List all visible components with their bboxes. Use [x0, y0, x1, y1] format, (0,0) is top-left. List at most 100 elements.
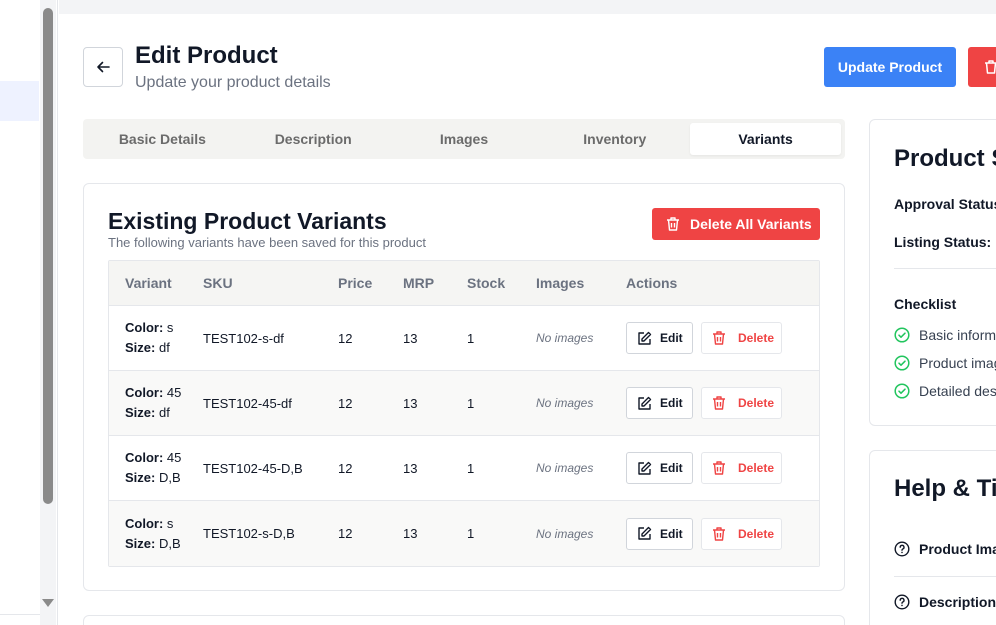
color-label: Color:: [125, 320, 164, 335]
tab-inventory[interactable]: Inventory: [539, 123, 690, 155]
column-header-price: Price: [338, 275, 373, 291]
color-value: s: [166, 515, 174, 531]
stock-cell: 1: [467, 526, 475, 541]
update-product-button[interactable]: Update Product: [824, 47, 956, 87]
status-divider: [894, 268, 996, 269]
delete-all-variants-label: Delete All Variants: [690, 216, 812, 232]
stock-cell: 1: [467, 330, 475, 346]
stock-cell: 1: [467, 460, 475, 476]
top-bar: [59, 0, 996, 14]
sidebar-active-item[interactable]: [0, 81, 39, 121]
edit-variant-button[interactable]: Edit: [626, 387, 693, 419]
variants-title: Existing Product Variants: [108, 208, 387, 234]
trash-icon: [713, 331, 725, 345]
trash-icon: [713, 461, 725, 475]
sku-cell: TEST102-45-df: [203, 395, 292, 411]
color-label: Color:: [125, 450, 164, 465]
help-circle-icon: [894, 594, 910, 610]
edit-label: Edit: [660, 526, 683, 541]
page-title: Edit Product: [135, 42, 278, 69]
delete-variant-button[interactable]: Delete: [701, 517, 782, 550]
trash-icon: [713, 396, 725, 410]
next-section-card: [83, 615, 845, 625]
sku-cell: TEST102-45-D,B: [203, 460, 303, 476]
help-item-product-images[interactable]: Product Ima: [894, 541, 996, 557]
actions-cell: Edit Delete: [626, 517, 819, 550]
trash-icon: [713, 526, 725, 541]
stock-cell: 1: [467, 395, 475, 411]
variant-cell: Color: 45 Size: df: [109, 383, 203, 423]
back-button[interactable]: [83, 47, 123, 87]
variants-subtitle: The following variants have been saved f…: [108, 235, 426, 250]
help-item-description[interactable]: Description: [894, 594, 996, 610]
actions-cell: Edit Delete: [626, 452, 819, 484]
price-cell: 12: [338, 330, 353, 346]
mrp-cell: 13: [403, 526, 418, 541]
delete-variant-button[interactable]: Delete: [701, 387, 782, 419]
images-cell: No images: [536, 526, 594, 541]
delete-label: Delete: [738, 461, 775, 475]
edit-label: Edit: [660, 461, 683, 475]
size-value: df: [158, 405, 170, 420]
help-circle-icon: [894, 541, 910, 557]
delete-variant-button[interactable]: Delete: [701, 322, 782, 354]
edit-variant-button[interactable]: Edit: [626, 322, 693, 354]
edit-variant-button[interactable]: Edit: [626, 517, 693, 550]
checklist-label: Checklist: [894, 296, 957, 312]
edit-variant-button[interactable]: Edit: [626, 452, 693, 484]
size-label: Size:: [125, 535, 156, 551]
checklist-item-label: Detailed desc: [919, 383, 996, 399]
column-header-sku: SKU: [203, 275, 233, 291]
delete-label: Delete: [738, 526, 775, 541]
delete-label: Delete: [738, 396, 775, 410]
arrow-left-icon: [97, 61, 110, 73]
page-subtitle: Update your product details: [135, 74, 331, 91]
checklist-item-label: Product imag: [919, 355, 996, 371]
size-value: D,B: [158, 535, 181, 551]
tab-images[interactable]: Images: [389, 123, 540, 155]
edit-icon: [638, 331, 652, 345]
check-circle-icon: [894, 327, 910, 343]
help-tips-card: Help & Tip Product Ima Description: [869, 450, 996, 625]
variants-table: Variant SKU Price MRP Stock Images Actio…: [108, 260, 820, 567]
variant-cell: Color: 45 Size: D,B: [109, 448, 203, 488]
actions-cell: Edit Delete: [626, 387, 819, 419]
tab-variants[interactable]: Variants: [690, 123, 841, 155]
price-cell: 12: [338, 395, 353, 411]
images-cell: No images: [536, 396, 594, 410]
tab-description[interactable]: Description: [238, 123, 389, 155]
delete-variant-button[interactable]: Delete: [701, 452, 782, 484]
size-label: Size:: [125, 470, 156, 485]
edit-label: Edit: [660, 396, 683, 410]
product-status-title: Product St: [894, 145, 996, 172]
sidebar-divider: [0, 614, 40, 615]
size-label: Size:: [125, 340, 156, 355]
mrp-cell: 13: [403, 330, 418, 346]
checklist-item-label: Basic informa: [919, 327, 996, 343]
column-header-stock: Stock: [467, 275, 506, 291]
delete-product-button[interactable]: [968, 47, 996, 87]
checklist-item: Detailed desc: [894, 383, 996, 399]
sku-cell: TEST102-s-D,B: [203, 526, 295, 541]
delete-all-variants-button[interactable]: Delete All Variants: [652, 208, 820, 240]
tab-basic-details[interactable]: Basic Details: [87, 123, 238, 155]
checklist-item: Product imag: [894, 355, 996, 371]
table-header: Variant SKU Price MRP Stock Images Actio…: [109, 261, 819, 306]
variant-cell: Color: s Size: D,B: [109, 514, 203, 554]
color-label: Color:: [125, 515, 164, 531]
scrollbar-thumb[interactable]: [43, 8, 53, 504]
product-status-card: Product St Approval Status: Listing Stat…: [869, 119, 996, 426]
edit-label: Edit: [660, 331, 683, 345]
color-value: s: [166, 320, 174, 335]
scroll-down-arrow-icon[interactable]: [42, 599, 54, 607]
column-header-actions: Actions: [626, 275, 678, 291]
existing-variants-card: Existing Product Variants The following …: [83, 183, 845, 591]
product-tabs: Basic Details Description Images Invento…: [83, 119, 845, 159]
edit-icon: [638, 526, 652, 540]
color-value: 45: [166, 450, 182, 465]
price-cell: 12: [338, 526, 353, 541]
trash-icon: [985, 60, 996, 74]
images-cell: No images: [536, 461, 594, 475]
actions-cell: Edit Delete: [626, 322, 819, 354]
size-value: df: [158, 340, 170, 355]
